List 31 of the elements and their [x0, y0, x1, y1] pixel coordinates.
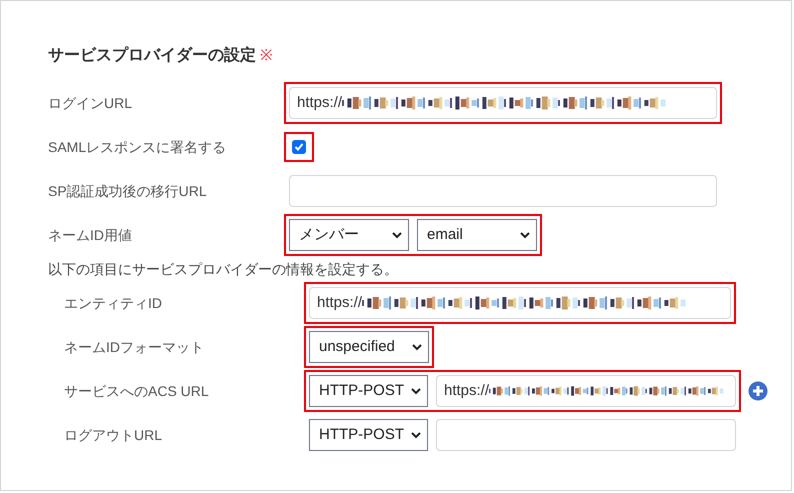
field-label: ログアウトURL [64, 426, 164, 444]
field-label: エンティティID [64, 294, 163, 312]
url-field[interactable] [436, 419, 736, 451]
dropdown[interactable]: HTTP-POST [309, 375, 428, 407]
field-value: https:// [317, 292, 362, 313]
dropdown[interactable]: メンバー [289, 219, 409, 251]
field-label: SAMLレスポンスに署名する [48, 138, 228, 156]
url-field[interactable]: https:// [289, 87, 717, 119]
chevron-down-icon [411, 388, 421, 394]
field-label: サービスへのACS URL [64, 382, 210, 400]
chevron-down-icon [411, 432, 421, 438]
field-value: https:// [297, 92, 342, 113]
section-note: 以下の項目にサービスプロバイダーの情報を設定する。 [48, 260, 399, 278]
field-label: ネームID用値 [48, 226, 133, 244]
field-label: ログインURL [48, 94, 134, 112]
field-label: ネームIDフォーマット [64, 338, 205, 356]
chevron-down-icon [520, 232, 530, 238]
add-icon[interactable] [748, 381, 768, 401]
checkbox[interactable] [292, 140, 306, 154]
section-title: サービスプロバイダーの設定 [48, 45, 256, 66]
dropdown[interactable]: email [417, 219, 537, 251]
dropdown[interactable]: HTTP-POST [309, 419, 428, 451]
url-field[interactable]: https:// [309, 287, 731, 319]
dropdown[interactable]: unspecified [309, 331, 429, 363]
required-mark: ※ [260, 46, 273, 66]
chevron-down-icon [392, 232, 402, 238]
chevron-down-icon [412, 344, 422, 350]
url-field[interactable]: https:// [436, 375, 736, 407]
field-label: SP認証成功後の移行URL [48, 182, 208, 200]
field-value: https:// [444, 380, 490, 401]
url-field[interactable] [289, 175, 717, 207]
